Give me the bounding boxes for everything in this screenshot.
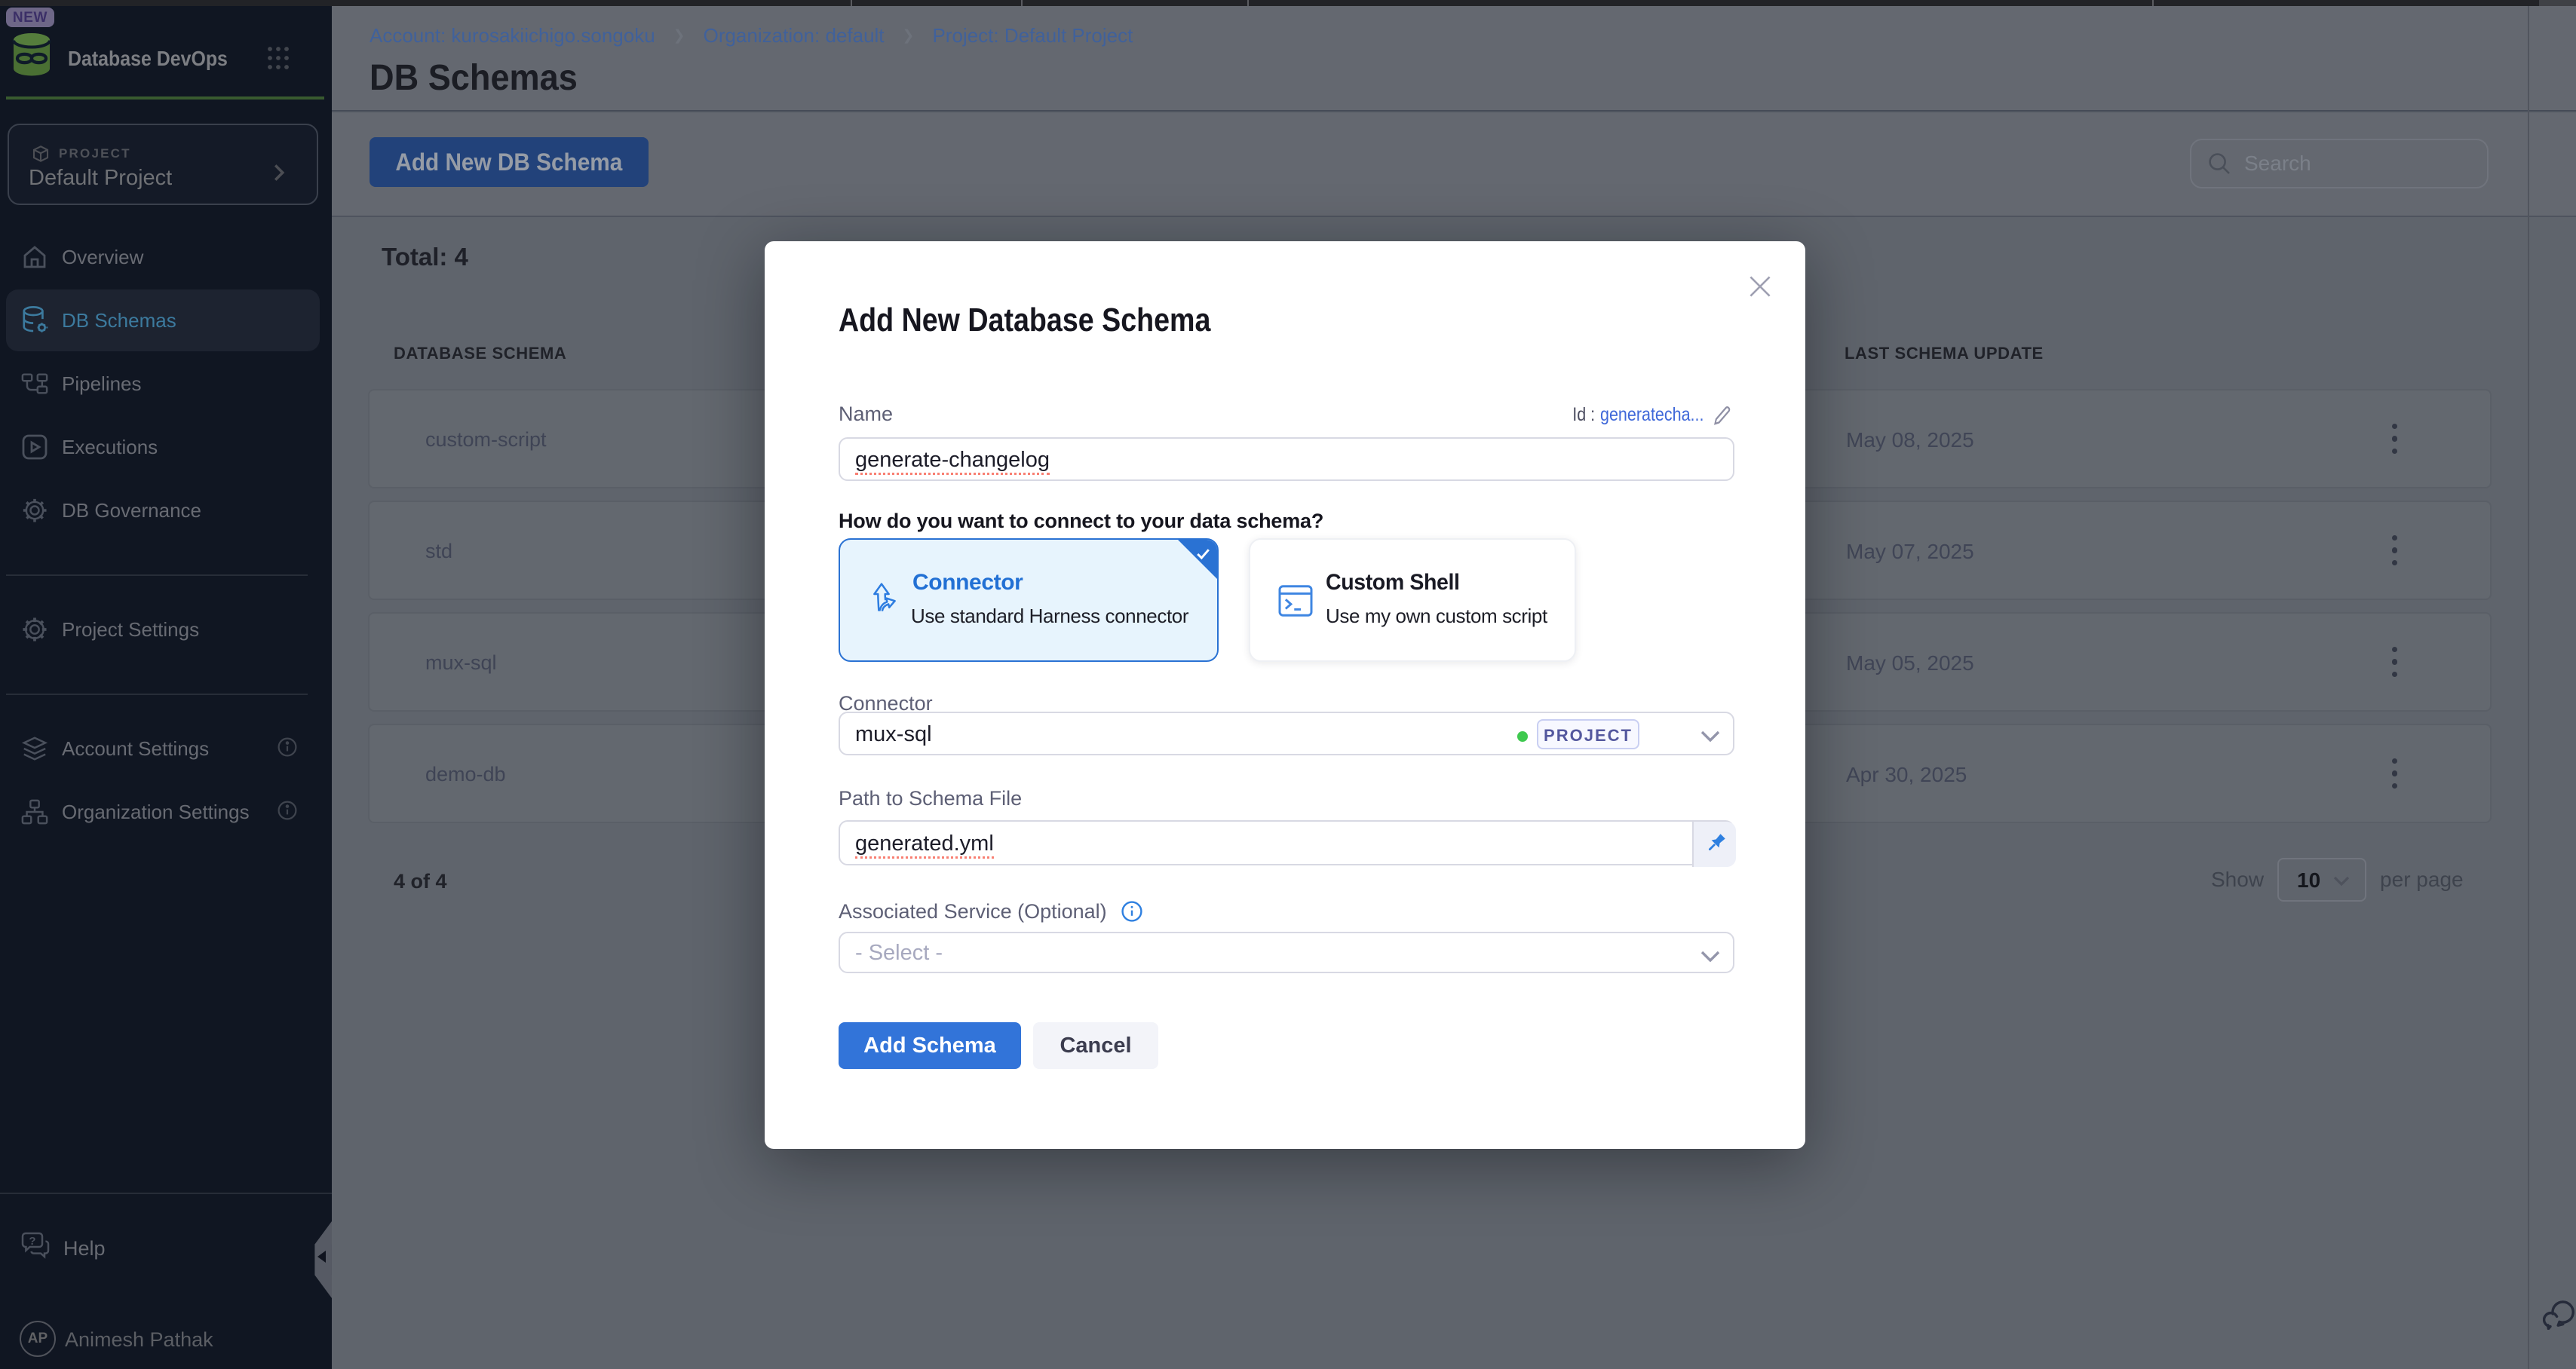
svg-text:?: ? [29,1235,35,1248]
